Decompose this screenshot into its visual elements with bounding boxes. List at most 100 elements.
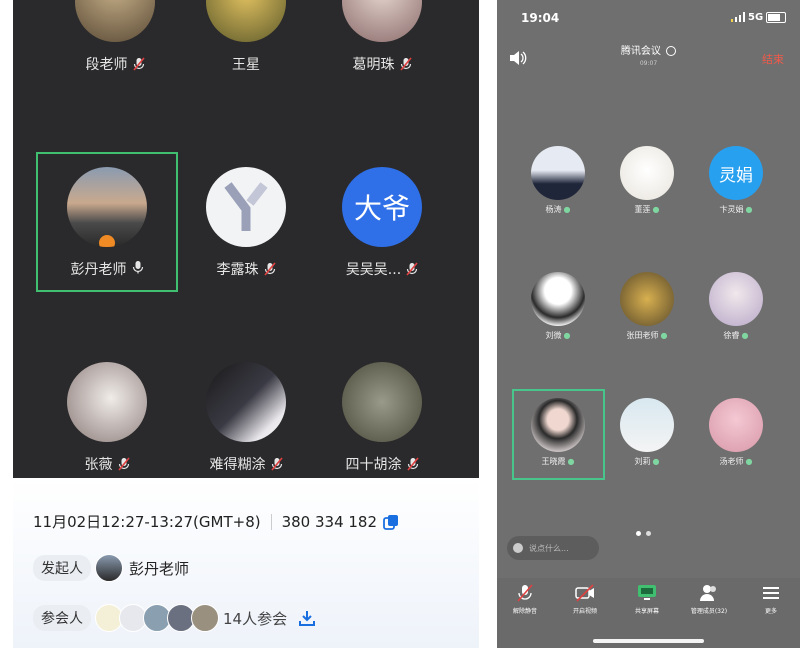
download-icon[interactable] bbox=[299, 610, 316, 626]
mic-muted-icon bbox=[406, 457, 419, 471]
organizer-name: 彭丹老师 bbox=[129, 559, 190, 578]
organizer-avatar bbox=[95, 554, 123, 582]
meeting-info: 11月02日12:27-13:27(GMT+8) 380 334 182 发起人… bbox=[13, 478, 479, 648]
toolbar-label: 管理成员(32) bbox=[690, 608, 728, 615]
organizer-label: 发起人 bbox=[33, 555, 91, 581]
chat-input[interactable]: 说点什么... bbox=[507, 536, 599, 560]
mic-muted-icon: ● bbox=[745, 457, 753, 466]
participant-tile[interactable]: 难得糊涂 bbox=[171, 362, 321, 474]
manage-members-button[interactable]: 管理成员(32) bbox=[681, 584, 737, 615]
participant-name: 杨涛 bbox=[545, 205, 562, 214]
meeting-title: 腾讯会议 bbox=[620, 46, 661, 57]
toolbar-label: 共享屏幕 bbox=[634, 608, 659, 615]
avatar bbox=[206, 362, 286, 442]
participant-name: 葛明珠 bbox=[352, 57, 395, 73]
meeting-title-group[interactable]: 腾讯会议 09:07 bbox=[497, 42, 800, 67]
participant-tile[interactable]: 灵娟 卞灵娟 ● bbox=[701, 146, 771, 215]
video-off-icon bbox=[575, 584, 595, 602]
mic-on-icon bbox=[132, 260, 144, 278]
participant-name: 董莲 bbox=[634, 205, 651, 214]
info-icon bbox=[666, 46, 677, 56]
members-icon bbox=[699, 584, 719, 602]
participant-tile[interactable]: 彭丹老师 bbox=[32, 167, 182, 279]
avatar bbox=[709, 272, 763, 326]
participant-name: 难得糊涂 bbox=[209, 457, 266, 473]
mic-muted-icon bbox=[117, 457, 130, 471]
mic-muted-icon: ● bbox=[652, 205, 660, 214]
meeting-header: 腾讯会议 09:07 结束 bbox=[497, 36, 800, 78]
participant-tile[interactable]: 王星 bbox=[171, 0, 321, 74]
avatar-text: 灵娟 bbox=[719, 165, 753, 186]
participant-tile[interactable]: 徐睿 ● bbox=[701, 272, 771, 341]
home-indicator bbox=[593, 639, 704, 643]
mic-muted-icon bbox=[263, 262, 276, 276]
attendees-row[interactable]: 参会人 14人参会 bbox=[33, 604, 316, 632]
chat-placeholder: 说点什么... bbox=[529, 543, 569, 553]
participant-tile[interactable]: 汤老师 ● bbox=[701, 398, 771, 467]
start-video-button[interactable]: 开启视频 bbox=[557, 584, 613, 615]
divider bbox=[270, 513, 272, 530]
participant-tile[interactable]: 大爷 吴吴吴... bbox=[307, 167, 457, 279]
copy-icon[interactable] bbox=[383, 514, 399, 530]
mic-muted-icon: ● bbox=[563, 331, 571, 340]
avatar bbox=[620, 272, 674, 326]
participant-tile[interactable]: 王晓霞 ● bbox=[523, 398, 593, 467]
participant-name: 刘莉 bbox=[634, 457, 651, 466]
mic-muted-icon bbox=[399, 57, 412, 71]
status-bar: 19:04 5G bbox=[497, 0, 800, 36]
meeting-id: 380 334 182 bbox=[281, 512, 378, 531]
participant-name: 李露珠 bbox=[216, 262, 259, 278]
signal-icon bbox=[731, 11, 745, 25]
mic-muted-icon: ● bbox=[745, 205, 753, 214]
toolbar-label: 更多 bbox=[764, 608, 777, 615]
participant-tile[interactable]: 董莲 ● bbox=[612, 146, 682, 215]
avatar bbox=[531, 146, 585, 200]
participant-name: 卞灵娟 bbox=[719, 205, 744, 214]
participant-tile[interactable]: 四十胡涂 bbox=[307, 362, 457, 474]
share-screen-icon bbox=[637, 584, 657, 602]
avatar bbox=[206, 0, 286, 42]
mic-muted-icon bbox=[270, 457, 283, 471]
participant-tile[interactable]: 刘微 ● bbox=[523, 272, 593, 341]
mic-muted-icon: ● bbox=[660, 331, 668, 340]
participant-name: 张薇 bbox=[84, 457, 113, 473]
participant-name: 段老师 bbox=[85, 57, 128, 73]
participant-tile[interactable]: 李露珠 bbox=[171, 167, 321, 279]
mic-muted-icon: ● bbox=[652, 457, 660, 466]
participant-tile[interactable]: 段老师 bbox=[40, 0, 190, 74]
avatar bbox=[342, 0, 422, 42]
mic-muted-icon bbox=[406, 262, 418, 276]
participant-name: 四十胡涂 bbox=[345, 457, 402, 473]
participant-tile[interactable]: 葛明珠 bbox=[307, 0, 457, 74]
participant-tile[interactable]: 张田老师 ● bbox=[612, 272, 682, 341]
participant-tile[interactable]: 杨涛 ● bbox=[523, 146, 593, 215]
emoji-icon[interactable] bbox=[513, 543, 523, 553]
toolbar-label: 开启视频 bbox=[572, 608, 597, 615]
participant-name: 张田老师 bbox=[626, 331, 659, 340]
meeting-summary-panel: 段老师 王星 葛明珠 彭丹老师 李露珠 大爷 吴吴吴... 张薇 难得糊涂 四十… bbox=[13, 0, 479, 648]
mic-muted-icon: ● bbox=[563, 205, 571, 214]
participant-name: 吴吴吴... bbox=[345, 262, 402, 278]
live-meeting-screen: 19:04 5G 腾讯会议 09:07 结束 杨涛 ● 董莲 ● 灵娟 卞灵娟 ● 刘… bbox=[497, 0, 800, 648]
organizer-row: 发起人 彭丹老师 bbox=[33, 554, 189, 582]
attendee-avatar bbox=[191, 604, 219, 632]
mic-muted-icon bbox=[132, 57, 145, 71]
mic-muted-icon: ● bbox=[741, 331, 749, 340]
end-meeting-button[interactable]: 结束 bbox=[762, 51, 784, 67]
more-button[interactable]: 更多 bbox=[743, 584, 799, 615]
share-screen-button[interactable]: 共享屏幕 bbox=[619, 584, 675, 615]
toolbar-label: 解除静音 bbox=[512, 608, 537, 615]
attendees-label: 参会人 bbox=[33, 605, 91, 631]
participant-name: 王晓霞 bbox=[541, 457, 566, 466]
avatar bbox=[206, 167, 286, 247]
avatar bbox=[620, 398, 674, 452]
avatar bbox=[709, 398, 763, 452]
avatar-text: 大爷 bbox=[353, 192, 410, 225]
participant-tile[interactable]: 张薇 bbox=[32, 362, 182, 474]
page-indicator[interactable] bbox=[636, 521, 651, 540]
attendees-count: 14人参会 bbox=[223, 609, 288, 628]
participant-tile[interactable]: 刘莉 ● bbox=[612, 398, 682, 467]
unmute-button[interactable]: 解除静音 bbox=[497, 584, 553, 615]
avatar bbox=[531, 398, 585, 452]
meeting-duration: 09:07 bbox=[639, 60, 658, 67]
